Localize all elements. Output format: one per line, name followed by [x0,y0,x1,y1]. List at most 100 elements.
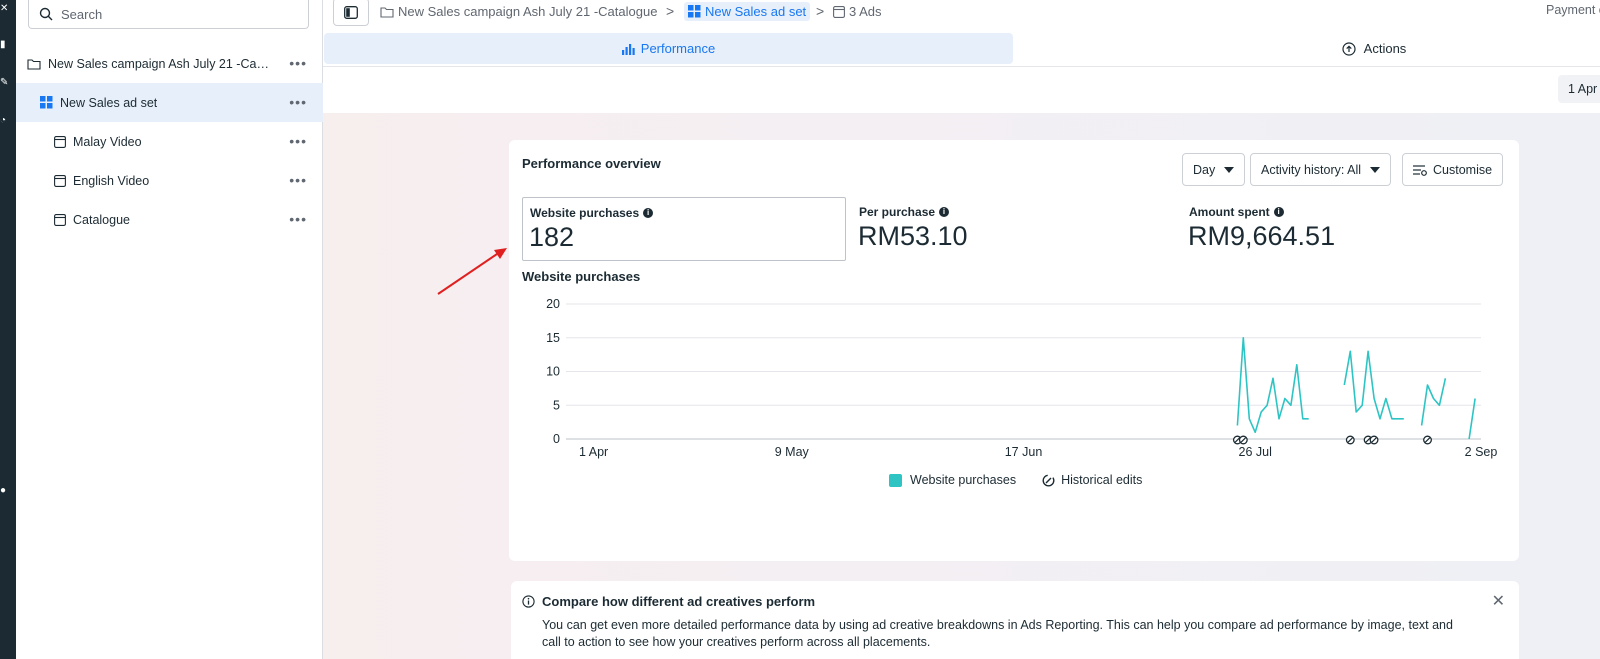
view-tabs: Performance Actions [323,33,1600,67]
info-icon[interactable]: i [643,208,654,218]
customise-label: Customise [1433,162,1493,177]
info-icon[interactable]: i [1273,207,1284,217]
chevron-down-icon [1224,166,1235,173]
series-line [1236,336,1309,434]
breadcrumb-ads[interactable]: 3 Ads [833,4,882,19]
notice-body: You can get even more detailed performan… [542,618,1453,649]
adset-grid-icon [40,96,53,109]
y-tick-label: 0 [553,432,560,446]
chart-icon[interactable]: ▮ [0,40,8,50]
metric-label-text: Per purchase [859,205,936,219]
y-tick-label: 15 [546,331,560,345]
more-icon[interactable]: ••• [289,211,307,227]
activity-history-label: Activity history: All [1261,162,1362,177]
chevron-down-icon [1370,166,1381,173]
search-input[interactable] [61,6,281,22]
actions-icon [1342,41,1356,56]
breadcrumb-campaign[interactable]: New Sales campaign Ash July 21 -Catalogu… [380,4,657,19]
metric-website-purchases[interactable]: Website purchases i 182 [522,197,846,261]
breadcrumb-campaign-label: New Sales campaign Ash July 21 -Catalogu… [398,4,658,19]
date-range-button[interactable]: 1 Apr [1558,75,1600,103]
close-icon[interactable]: ✕ [0,4,8,14]
edit-icon[interactable]: ✎ [0,78,8,88]
info-icon[interactable]: i [939,207,950,217]
ad-icon [54,174,66,187]
breadcrumb-ads-label: 3 Ads [849,4,882,19]
x-tick-label: 26 Jul [1239,445,1272,459]
legend-swatch [889,473,902,487]
tab-performance[interactable]: Performance [324,33,1013,64]
metric-label: Amount spent i [1189,205,1284,219]
more-icon[interactable]: ••• [289,133,307,149]
day-select[interactable]: Day [1182,153,1246,186]
folder-icon [380,6,394,18]
performance-overview-card: Performance overview Day Activity histor… [509,140,1519,561]
customise-icon [1413,164,1427,176]
ad-icon [54,213,66,226]
chart-legend: Website purchases Historical edits [889,473,1142,487]
more-icon[interactable]: ••• [289,94,307,110]
tab-performance-label: Performance [640,41,716,56]
breadcrumb-bar: New Sales campaign Ash July 21 -Catalogu… [323,0,1600,30]
tree-item-label: New Sales campaign Ash July 21 -Catal... [48,56,270,71]
metric-value: RM9,664.51 [1188,221,1336,251]
metric-amount-spent[interactable]: Amount spent i RM9,664.51 [1182,197,1502,261]
breadcrumb-adset[interactable]: New Sales ad set [684,2,811,21]
compare-creatives-notice: Compare how different ad creatives perfo… [511,581,1519,659]
tree-item-ad[interactable]: Malay Video ••• [16,122,323,161]
metric-value: 182 [529,222,575,252]
card-title: Performance overview [522,156,661,171]
main-content: 1 Apr Performance overview Day Activity … [323,68,1600,659]
tree-item-ad[interactable]: English Video ••• [16,161,323,200]
tree-item-campaign[interactable]: New Sales campaign Ash July 21 -Catal...… [16,44,323,83]
ad-icon [54,135,66,148]
more-icon[interactable]: ••• [289,55,307,71]
help-icon[interactable]: ● [0,486,8,496]
close-icon[interactable]: ✕ [1492,591,1505,611]
search-box[interactable] [28,0,309,29]
breadcrumb-separator: > [816,3,825,19]
date-range-label: 1 Apr [1568,82,1598,96]
tab-actions[interactable]: Actions [1243,33,1505,64]
website-purchases-chart: 0 5 10 15 20 1 Apr 9 May 17 Jun 26 Jul 2 Sep [546,297,1497,459]
tree-item-adset[interactable]: New Sales ad set ••• [16,83,323,122]
metric-label: Per purchase i [859,205,950,219]
metric-value: RM53.10 [858,221,968,251]
metric-label: Website purchases i [530,206,654,220]
breadcrumb-adset-label: New Sales ad set [705,4,807,19]
bar-chart-icon [621,43,635,55]
date-bar: 1 Apr [323,68,1600,113]
tree-item-label: Malay Video [73,134,142,149]
more-icon[interactable]: ••• [289,172,307,188]
y-tick-label: 5 [553,398,560,412]
tree-item-label: New Sales ad set [60,95,158,110]
sidebar-toggle-icon [344,5,358,19]
chart-title: Website purchases [522,269,641,284]
series-line [1468,398,1476,440]
metric-label-text: Website purchases [530,206,640,220]
sidebar-toggle-button[interactable] [333,0,369,26]
series-line [1343,350,1404,420]
legend-edits-label: Historical edits [1061,473,1143,487]
tree-item-label: Catalogue [73,212,130,227]
metric-label-text: Amount spent [1189,205,1270,219]
tab-actions-label: Actions [1363,41,1407,56]
folder-icon [27,58,41,70]
activity-history-select[interactable]: Activity history: All [1250,153,1392,186]
metric-per-purchase[interactable]: Per purchase i RM53.10 [852,197,1172,261]
legend-series-label: Website purchases [910,473,1017,487]
y-tick-label: 20 [546,297,560,311]
payment-link[interactable]: Payment c [1546,3,1600,17]
app-rail: ✕ ▮ ✎ ◔ ● [0,0,16,659]
clock-icon[interactable]: ◔ [0,116,8,126]
search-icon [39,7,53,21]
breadcrumb-separator: > [666,3,675,19]
adset-grid-icon [688,5,701,18]
sidebar: New Sales campaign Ash July 21 -Catal...… [16,0,323,659]
tree-item-ad[interactable]: Catalogue ••• [16,200,323,239]
series-line [1420,378,1447,426]
customise-button[interactable]: Customise [1402,153,1504,186]
notice-title: Compare how different ad creatives perfo… [542,594,816,609]
tree-item-label: English Video [73,173,150,188]
historical-edit-icon [1042,473,1055,487]
